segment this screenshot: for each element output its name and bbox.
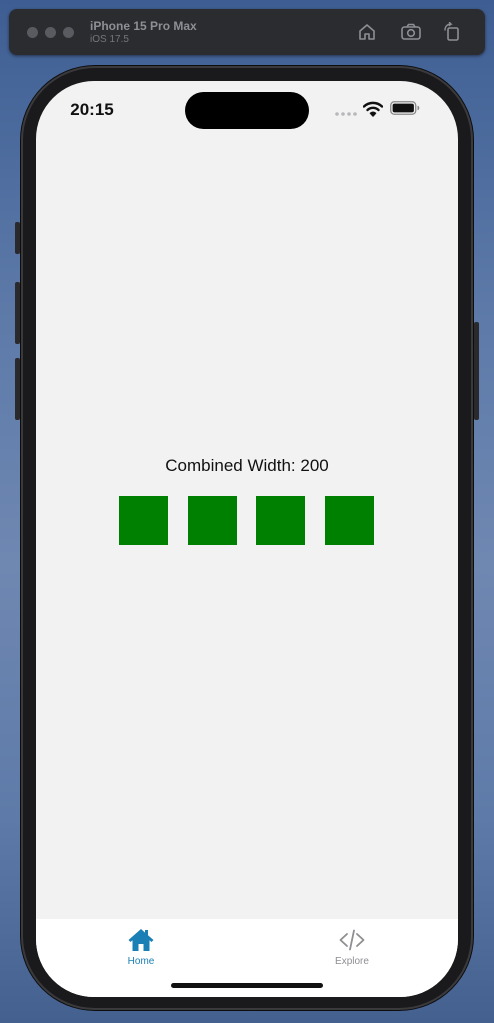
power-button (474, 322, 479, 420)
cellular-signal-icon (335, 112, 357, 116)
volume-up-button (15, 282, 20, 344)
wifi-icon (363, 101, 383, 117)
combined-width-label: Combined Width: 200 (165, 456, 329, 475)
simulator-toolbar: iPhone 15 Pro Max iOS 17.5 (9, 9, 485, 55)
green-square (325, 496, 374, 545)
tab-explore[interactable]: Explore (292, 919, 412, 975)
dynamic-island (185, 92, 309, 129)
home-indicator (171, 983, 323, 988)
status-time: 20:15 (70, 100, 114, 119)
rotate-icon[interactable] (441, 22, 463, 42)
window-zoom-button[interactable] (63, 27, 74, 38)
tab-home[interactable]: Home (81, 919, 201, 975)
code-icon (339, 929, 365, 951)
action-button (15, 222, 20, 254)
tab-explore-label: Explore (335, 956, 369, 967)
green-square (256, 496, 305, 545)
green-square (188, 496, 237, 545)
green-square (119, 496, 168, 545)
house-icon (128, 929, 154, 951)
camera-icon[interactable] (400, 22, 422, 42)
os-version: iOS 17.5 (90, 34, 129, 45)
tab-home-label: Home (127, 956, 155, 967)
home-icon[interactable] (356, 22, 378, 42)
window-minimize-button[interactable] (45, 27, 56, 38)
device-name: iPhone 15 Pro Max (90, 19, 197, 33)
app-screen: 20:15 Combined Width: 200 Home Explore (36, 81, 458, 997)
volume-down-button (15, 358, 20, 420)
window-close-button[interactable] (27, 27, 38, 38)
battery-icon (390, 101, 420, 115)
